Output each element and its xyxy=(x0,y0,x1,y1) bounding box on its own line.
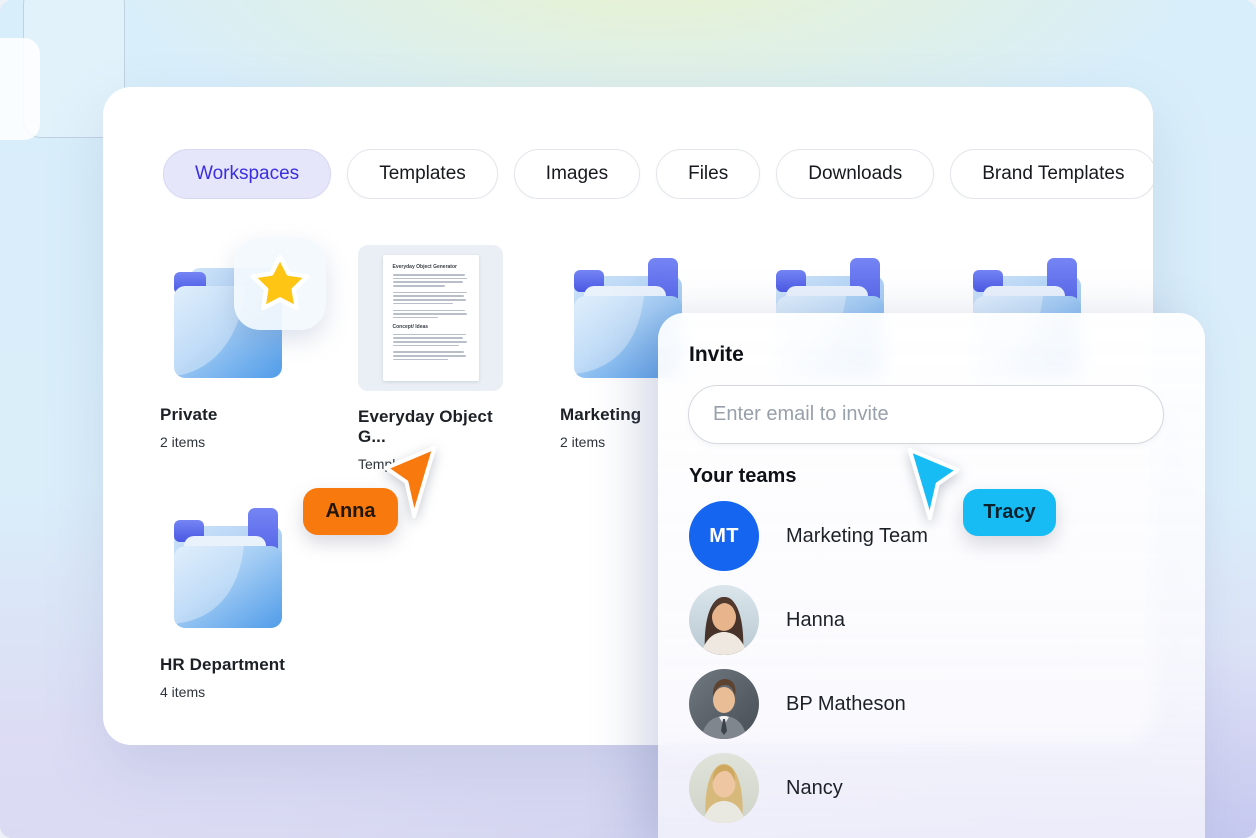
tile-name: HR Department xyxy=(160,655,320,675)
favorite-badge xyxy=(234,238,326,330)
background-tile-decoration xyxy=(0,38,40,140)
tab-downloads[interactable]: Downloads xyxy=(776,149,934,199)
member-name: Hanna xyxy=(786,609,845,632)
team-member-list: MT Marketing Team Hanna xyxy=(689,501,1169,837)
workspace-tile-private[interactable]: Private 2 items xyxy=(160,250,320,450)
tab-workspaces[interactable]: Workspaces xyxy=(163,149,331,199)
filter-tabs: Workspaces Templates Images Files Downlo… xyxy=(163,149,1153,199)
tracy-cursor-arrow-icon xyxy=(905,445,961,523)
member-row-nancy[interactable]: Nancy xyxy=(689,753,1169,823)
avatar-hanna xyxy=(689,585,759,655)
member-name: BP Matheson xyxy=(786,693,906,716)
tab-images[interactable]: Images xyxy=(514,149,640,199)
anna-cursor-label: Anna xyxy=(303,488,398,535)
workspace-tile-hr-department[interactable]: HR Department 4 items xyxy=(160,500,320,700)
tab-brand-templates[interactable]: Brand Templates xyxy=(950,149,1153,199)
member-row-hanna[interactable]: Hanna xyxy=(689,585,1169,655)
collaborator-cursor-tracy: Tracy xyxy=(905,445,961,528)
tile-meta: 2 items xyxy=(160,434,320,450)
folder-icon xyxy=(160,500,296,636)
avatar-bp-matheson xyxy=(689,669,759,739)
tracy-cursor-label: Tracy xyxy=(963,489,1056,536)
star-icon xyxy=(247,252,313,316)
member-name: Nancy xyxy=(786,777,843,800)
workspace-tile-template[interactable]: Everyday Object Generator Concept/ Ideas… xyxy=(358,245,518,472)
tab-files[interactable]: Files xyxy=(656,149,760,199)
member-row-bp-matheson[interactable]: BP Matheson xyxy=(689,669,1169,739)
invite-panel-title: Invite xyxy=(689,343,744,367)
invite-panel: Invite Your teams MT Marketing Team xyxy=(658,313,1205,838)
doc-section-title: Concept/ Ideas xyxy=(393,324,469,330)
tab-templates[interactable]: Templates xyxy=(347,149,498,199)
tile-name: Everyday Object G... xyxy=(358,407,518,447)
collaborator-cursor-anna: Anna xyxy=(383,443,439,526)
document-thumbnail: Everyday Object Generator Concept/ Ideas xyxy=(358,245,503,391)
invite-email-input[interactable] xyxy=(688,385,1164,444)
your-teams-heading: Your teams xyxy=(689,465,796,488)
app-screenshot: Workspaces Templates Images Files Downlo… xyxy=(0,0,1256,838)
tile-name: Private xyxy=(160,405,320,425)
doc-title: Everyday Object Generator xyxy=(393,264,469,270)
avatar-marketing-team: MT xyxy=(689,501,759,571)
tile-meta: 4 items xyxy=(160,684,320,700)
avatar-nancy xyxy=(689,753,759,823)
